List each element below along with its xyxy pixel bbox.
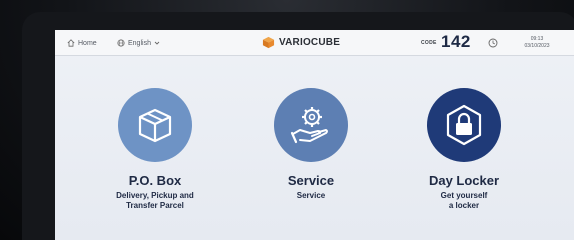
datetime-display: 09:13 03/10/2023 — [509, 36, 565, 50]
po-box-title: P.O. Box — [128, 173, 182, 188]
time-text: 09:13 — [530, 36, 544, 42]
day-locker-circle — [427, 88, 501, 162]
day-locker-subtitle: Get yourself a locker — [394, 191, 534, 211]
brand-logo: VARIOCUBE — [262, 36, 340, 49]
language-selector[interactable]: English — [117, 39, 160, 47]
code-label: CODE — [421, 40, 437, 46]
variocube-logo-icon — [262, 36, 275, 49]
date-text: 03/10/2023 — [524, 43, 550, 49]
box-icon — [138, 108, 172, 143]
chevron-down-icon — [154, 41, 160, 45]
kiosk-screen: Home English VARIOCUBE CODE 142 09:13 03… — [55, 30, 574, 240]
day-locker-subtitle-line1: Get yourself — [440, 191, 488, 200]
service-subtitle-line1: Service — [296, 191, 326, 200]
day-locker-subtitle-line2: a locker — [448, 201, 480, 210]
clock-icon — [488, 38, 498, 48]
po-box-subtitle-line1: Delivery, Pickup and — [116, 191, 194, 200]
service-circle — [274, 88, 348, 162]
service-title: Service — [287, 173, 335, 188]
code-value: 142 — [441, 32, 471, 51]
service-tile[interactable]: Service Service — [241, 88, 381, 201]
service-subtitle: Service — [241, 191, 381, 201]
header-bar: Home English VARIOCUBE CODE 142 09:13 03… — [55, 30, 574, 56]
globe-icon — [117, 39, 125, 47]
service-hand-gear-icon — [290, 107, 328, 144]
day-locker-tile[interactable]: Day Locker Get yourself a locker — [394, 88, 534, 211]
po-box-circle — [118, 88, 192, 162]
po-box-subtitle: Delivery, Pickup and Transfer Parcel — [85, 191, 225, 211]
language-label: English — [128, 39, 151, 47]
home-label: Home — [78, 39, 97, 47]
home-button[interactable]: Home — [67, 39, 97, 47]
po-box-tile[interactable]: P.O. Box Delivery, Pickup and Transfer P… — [85, 88, 225, 211]
day-locker-title: Day Locker — [428, 173, 500, 188]
home-icon — [67, 39, 75, 47]
lock-icon — [446, 104, 482, 146]
brand-name: VARIOCUBE — [279, 37, 341, 48]
po-box-subtitle-line2: Transfer Parcel — [126, 201, 184, 210]
